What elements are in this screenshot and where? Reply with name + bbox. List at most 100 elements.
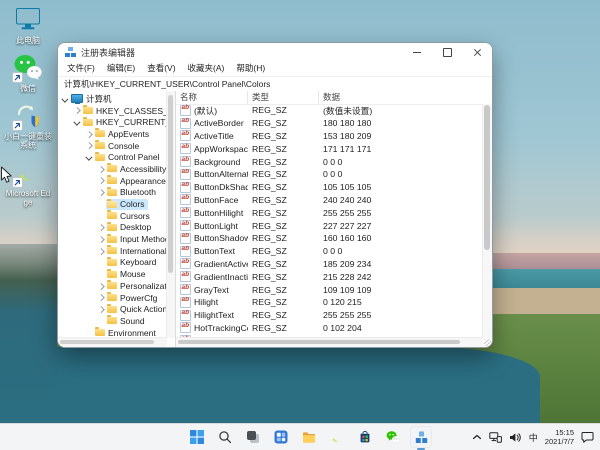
taskbar-store-button[interactable]: [354, 426, 376, 448]
address-bar[interactable]: 计算机\HKEY_CURRENT_USER\Control Panel\Colo…: [58, 76, 492, 92]
expander-icon[interactable]: [73, 108, 82, 113]
tree-item[interactable]: HKEY_CURRENT_USER: [58, 116, 167, 128]
list-vertical-scrollbar[interactable]: [482, 104, 492, 338]
clock[interactable]: 15:15 2021/7/7: [545, 428, 574, 446]
registry-value-row[interactable]: ButtonFace REG_SZ 240 240 240: [176, 194, 483, 207]
tree-item[interactable]: Console: [58, 140, 167, 152]
column-header[interactable]: 数据: [319, 91, 492, 104]
taskbar-start-button[interactable]: [186, 426, 208, 448]
tree-item[interactable]: Personalization: [58, 280, 167, 292]
tree-item[interactable]: Input Method: [58, 233, 167, 245]
expander-icon[interactable]: [97, 167, 106, 172]
tree-item[interactable]: International: [58, 245, 167, 257]
taskbar-registry-editor-button[interactable]: [410, 426, 432, 448]
expander-icon[interactable]: [97, 319, 106, 323]
taskbar-file-explorer-button[interactable]: [298, 426, 320, 448]
registry-value-row[interactable]: (默认) REG_SZ (数值未设置): [176, 104, 483, 117]
expander-icon[interactable]: [97, 237, 106, 242]
registry-value-row[interactable]: ButtonShadow REG_SZ 160 160 160: [176, 232, 483, 245]
list-horizontal-scrollbar[interactable]: [176, 337, 483, 347]
registry-value-row[interactable]: ActiveBorder REG_SZ 180 180 180: [176, 117, 483, 130]
expander-icon[interactable]: [97, 272, 106, 276]
notification-center-icon[interactable]: [581, 431, 594, 443]
hidden-icons-chevron-icon[interactable]: [472, 433, 482, 441]
taskbar-task-view-button[interactable]: [242, 426, 264, 448]
registry-value-row[interactable]: GradientActive... REG_SZ 185 209 234: [176, 258, 483, 271]
tree-item[interactable]: Appearance: [58, 175, 167, 187]
expander-icon[interactable]: [97, 190, 106, 195]
registry-value-row[interactable]: ButtonLight REG_SZ 227 227 227: [176, 219, 483, 232]
expander-icon[interactable]: [97, 284, 106, 289]
expander-icon[interactable]: [97, 307, 106, 312]
registry-value-row[interactable]: ButtonHilight REG_SZ 255 255 255: [176, 206, 483, 219]
tree-item[interactable]: 计算机: [58, 93, 167, 105]
tree-item[interactable]: Mouse: [58, 268, 167, 280]
taskbar-search-button[interactable]: [214, 426, 236, 448]
tree-vertical-scrollbar[interactable]: [166, 91, 175, 338]
registry-value-row[interactable]: GrayText REG_SZ 109 109 109: [176, 283, 483, 296]
tree-item[interactable]: Accessibility: [58, 163, 167, 175]
desktop-icon-xiaobai[interactable]: 小白一键重装系统: [4, 102, 52, 150]
expander-icon[interactable]: [85, 143, 94, 148]
close-button[interactable]: [462, 43, 492, 61]
tree-item[interactable]: Keyboard: [58, 257, 167, 269]
tree-item[interactable]: PowerCfg: [58, 292, 167, 304]
expander-icon[interactable]: [97, 295, 106, 300]
registry-value-row[interactable]: HilightText REG_SZ 255 255 255: [176, 309, 483, 322]
desktop-icon-wechat[interactable]: 微信: [4, 54, 52, 93]
expander-icon[interactable]: [97, 214, 106, 218]
title-bar[interactable]: 注册表编辑器: [58, 43, 492, 61]
desktop-icon-edge[interactable]: Microsoft Edge: [4, 159, 52, 207]
scrollbar-thumb[interactable]: [168, 95, 173, 273]
registry-value-row[interactable]: AppWorkspace REG_SZ 171 171 171: [176, 142, 483, 155]
taskbar-wechat-button[interactable]: [382, 426, 404, 448]
tree-item[interactable]: Cursors: [58, 210, 167, 222]
ime-indicator[interactable]: 中: [529, 431, 538, 444]
tree-item[interactable]: HKEY_CLASSES_ROOT: [58, 105, 167, 117]
tree-item[interactable]: AppEvents: [58, 128, 167, 140]
menu-item[interactable]: 帮助(H): [230, 61, 271, 76]
expander-icon[interactable]: [97, 249, 106, 254]
volume-icon[interactable]: [509, 432, 522, 443]
scrollbar-thumb[interactable]: [178, 340, 460, 344]
expander-icon[interactable]: [97, 225, 106, 230]
desktop-icon-this-pc[interactable]: 此电脑: [4, 6, 52, 45]
menu-item[interactable]: 文件(F): [61, 61, 101, 76]
tree-item[interactable]: Control Panel: [58, 151, 167, 163]
taskbar-edge-button[interactable]: [326, 426, 348, 448]
tree-item[interactable]: Desktop: [58, 222, 167, 234]
tree-item[interactable]: Quick Actions: [58, 303, 167, 315]
scrollbar-thumb[interactable]: [60, 340, 154, 344]
scrollbar-thumb[interactable]: [484, 105, 490, 250]
tree-item[interactable]: Colors: [58, 198, 167, 210]
expander-icon[interactable]: [61, 97, 70, 102]
expander-icon[interactable]: [97, 261, 106, 265]
tree-item[interactable]: Sound: [58, 315, 167, 327]
column-header[interactable]: 类型: [248, 91, 319, 104]
menu-item[interactable]: 查看(V): [141, 61, 181, 76]
registry-value-row[interactable]: ButtonText REG_SZ 0 0 0: [176, 245, 483, 258]
tree-item[interactable]: Bluetooth: [58, 187, 167, 199]
expander-icon[interactable]: [97, 202, 106, 206]
registry-value-row[interactable]: ActiveTitle REG_SZ 153 180 209: [176, 130, 483, 143]
registry-value-row[interactable]: Hilight REG_SZ 0 120 215: [176, 296, 483, 309]
column-header[interactable]: 名称: [176, 91, 248, 104]
minimize-button[interactable]: [402, 43, 432, 61]
menu-item[interactable]: 收藏夹(A): [182, 61, 231, 76]
taskbar-widgets-button[interactable]: [270, 426, 292, 448]
expander-icon[interactable]: [85, 155, 94, 160]
menu-item[interactable]: 编辑(E): [101, 61, 141, 76]
tree-horizontal-scrollbar[interactable]: [58, 337, 167, 347]
expander-icon[interactable]: [85, 132, 94, 137]
registry-value-row[interactable]: GradientInactiv... REG_SZ 215 228 242: [176, 270, 483, 283]
resize-grip[interactable]: [484, 339, 491, 346]
maximize-button[interactable]: [432, 43, 462, 61]
registry-value-row[interactable]: HotTrackingCo... REG_SZ 0 102 204: [176, 322, 483, 335]
registry-value-row[interactable]: ButtonDkShad... REG_SZ 105 105 105: [176, 181, 483, 194]
registry-value-row[interactable]: ButtonAlternat... REG_SZ 0 0 0: [176, 168, 483, 181]
network-icon[interactable]: [489, 432, 502, 443]
expander-icon[interactable]: [97, 178, 106, 183]
expander-icon[interactable]: [73, 120, 82, 125]
registry-value-row[interactable]: Background REG_SZ 0 0 0: [176, 155, 483, 168]
expander-icon[interactable]: [85, 331, 94, 335]
